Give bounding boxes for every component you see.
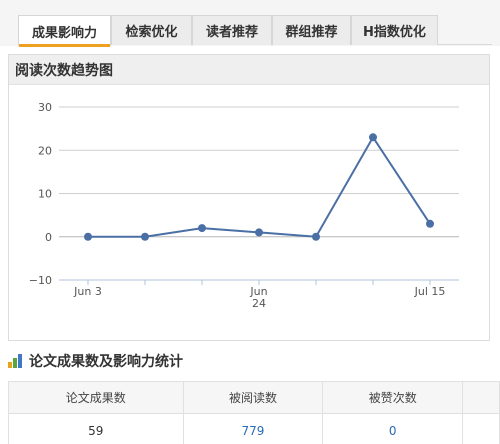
data-point	[198, 224, 206, 233]
reads-count-link[interactable]: 779	[182, 413, 324, 444]
y-tick-label: 0	[45, 231, 52, 244]
tab-bar: 成果影响力 检索优化 读者推荐 群组推荐 H指数优化	[0, 0, 500, 47]
col-header-likes: 被赞次数	[322, 381, 464, 414]
tab-h-index-optimization-label: H指数优化	[363, 25, 426, 40]
tab-impact-label: 成果影响力	[31, 25, 97, 41]
active-tab-underline	[19, 44, 110, 47]
stats-title-label: 论文成果数及影响力统计	[29, 354, 183, 370]
tab-search-optimization-label: 检索优化	[125, 25, 178, 40]
x-tick-label: 24	[252, 297, 266, 310]
y-tick-label: 20	[38, 144, 52, 157]
col-header-papers: 论文成果数	[8, 381, 184, 414]
data-point	[369, 133, 377, 142]
reading-trend-panel: 阅读次数趋势图 −10 0 10 20 30 Jun 3 Jun 24 Jul 15	[8, 54, 490, 341]
stats-header-row: 论文成果数 被阅读数 被赞次数	[8, 381, 500, 414]
col-header-extra	[462, 381, 500, 414]
series-line	[88, 135, 431, 238]
papers-count: 59	[8, 413, 184, 444]
stats-table: 论文成果数 被阅读数 被赞次数 59 779 0	[8, 381, 500, 444]
likes-count-link[interactable]: 0	[322, 413, 464, 444]
tab-h-index-optimization[interactable]: H指数优化	[351, 15, 438, 45]
tab-impact[interactable]: 成果影响力	[18, 15, 111, 47]
y-tick-label: 30	[38, 101, 52, 114]
y-tick-label: 10	[38, 188, 52, 201]
bar-chart-icon	[8, 354, 24, 368]
data-point	[255, 228, 263, 237]
tab-group-recommend-label: 群组推荐	[285, 25, 338, 40]
x-tick-label: Jun 3	[73, 285, 102, 298]
tab-reader-recommend[interactable]: 读者推荐	[192, 15, 272, 45]
data-point	[84, 232, 92, 241]
col-header-reads: 被阅读数	[182, 381, 324, 414]
tab-search-optimization[interactable]: 检索优化	[111, 15, 192, 45]
data-point	[312, 232, 320, 241]
stats-data-row: 59 779 0	[8, 413, 500, 444]
tab-group-recommend[interactable]: 群组推荐	[272, 15, 351, 45]
y-tick-label: −10	[29, 274, 52, 287]
stats-section-title: 论文成果数及影响力统计	[8, 351, 183, 371]
reading-trend-chart: −100102030Jun 3 Jun24Jul 15	[29, 101, 459, 310]
stats-extra-cell	[462, 413, 500, 444]
data-point	[141, 232, 149, 241]
tab-reader-recommend-label: 读者推荐	[205, 25, 258, 40]
x-tick-label: Jul 15	[414, 285, 446, 298]
data-point	[426, 219, 434, 228]
